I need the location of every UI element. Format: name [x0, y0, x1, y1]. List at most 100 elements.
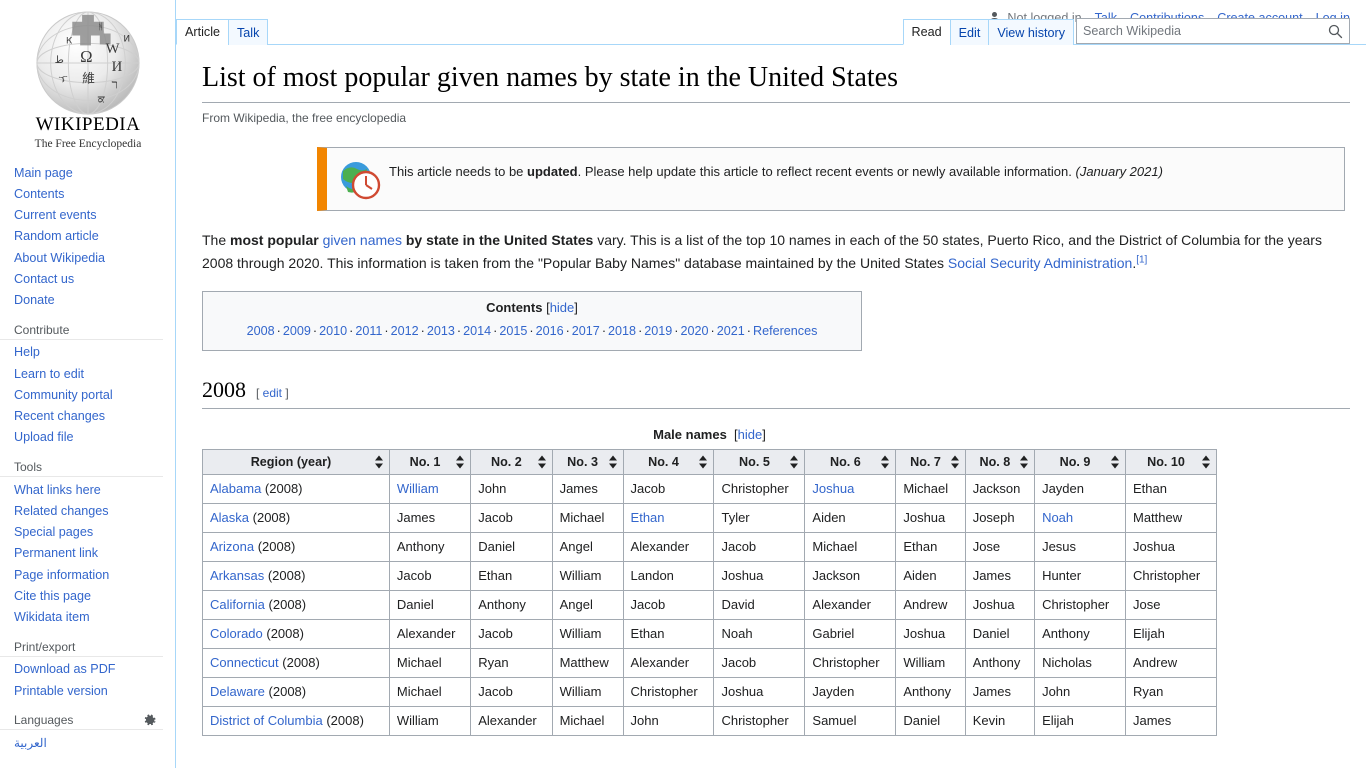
table-cell-name[interactable]: Noah — [1034, 502, 1126, 533]
sidebar-item-related-changes[interactable]: Related changes — [0, 500, 175, 521]
region-link[interactable]: Arizona — [210, 539, 254, 554]
search-box[interactable] — [1076, 18, 1350, 44]
toc-link-2009[interactable]: 2009 — [283, 324, 311, 338]
sidebar-item-contact-us[interactable]: Contact us — [0, 268, 175, 289]
sidebar-item-label[interactable]: Wikidata item — [14, 610, 90, 624]
sidebar-item-label[interactable]: Related changes — [14, 504, 109, 518]
name-link[interactable]: Noah — [1042, 510, 1073, 525]
toc-link-2017[interactable]: 2017 — [572, 324, 600, 338]
table-cell-name[interactable]: Joshua — [804, 473, 897, 504]
gear-icon[interactable] — [144, 714, 157, 727]
toc-link-2021[interactable]: 2021 — [717, 324, 745, 338]
table-header-no-9[interactable]: No. 9 — [1034, 448, 1126, 475]
sidebar-item-label[interactable]: Permanent link — [14, 546, 98, 560]
sidebar-item-learn-to-edit[interactable]: Learn to edit — [0, 363, 175, 384]
table-header-region-year[interactable]: Region (year) — [202, 448, 390, 475]
sidebar-item-what-links-here[interactable]: What links here — [0, 479, 175, 500]
sidebar-item-label[interactable]: Learn to edit — [14, 367, 84, 381]
sidebar-item-label[interactable]: Community portal — [14, 388, 113, 402]
table-cell-name[interactable]: Ethan — [622, 502, 715, 533]
edit-link-label[interactable]: edit — [263, 386, 282, 400]
region-link[interactable]: District of Columbia — [210, 713, 323, 728]
table-header-no-3[interactable]: No. 3 — [551, 448, 624, 475]
sidebar-item-label[interactable]: About Wikipedia — [14, 251, 105, 265]
region-link[interactable]: Colorado — [210, 626, 263, 641]
sidebar-item-wikidata-item[interactable]: Wikidata item — [0, 607, 175, 628]
sort-arrows-icon[interactable] — [1020, 455, 1029, 469]
sidebar-item-label[interactable]: Upload file — [14, 430, 74, 444]
sidebar-item-recent-changes[interactable]: Recent changes — [0, 406, 175, 427]
sort-arrows-icon[interactable] — [790, 455, 799, 469]
search-input[interactable] — [1077, 19, 1321, 43]
sidebar-item-contents[interactable]: Contents — [0, 183, 175, 204]
toc-link-2019[interactable]: 2019 — [644, 324, 672, 338]
sidebar-item-label[interactable]: Recent changes — [14, 409, 105, 423]
sidebar-item-label[interactable]: Help — [14, 345, 40, 359]
sidebar-item-help[interactable]: Help — [0, 342, 175, 363]
table-header-no-2[interactable]: No. 2 — [470, 448, 553, 475]
sidebar-item-label[interactable]: Contact us — [14, 272, 74, 286]
table-header-no-5[interactable]: No. 5 — [713, 448, 806, 475]
sidebar-item-special-pages[interactable]: Special pages — [0, 522, 175, 543]
name-link[interactable]: Joshua — [812, 481, 854, 496]
tab-talk-label[interactable]: Talk — [237, 27, 259, 40]
table-header-no-10[interactable]: No. 10 — [1125, 448, 1217, 475]
link-social-security-administration[interactable]: Social Security Administration — [948, 255, 1132, 271]
search-button[interactable] — [1321, 19, 1349, 43]
tab-edit-label[interactable]: Edit — [959, 27, 981, 40]
sidebar-item-random-article[interactable]: Random article — [0, 226, 175, 247]
sidebar-item-main-page[interactable]: Main page — [0, 162, 175, 183]
sidebar-item-label[interactable]: العربية — [14, 736, 47, 750]
table-cell-name[interactable]: William — [388, 473, 472, 504]
table-header-no-8[interactable]: No. 8 — [964, 448, 1036, 475]
toc-link-references[interactable]: References — [753, 324, 817, 338]
table-header-no-1[interactable]: No. 1 — [388, 448, 472, 475]
section-edit-link[interactable]: [ edit ] — [256, 386, 289, 400]
sort-arrows-icon[interactable] — [537, 455, 547, 469]
sort-arrows-icon[interactable] — [456, 455, 465, 469]
name-link[interactable]: William — [397, 481, 439, 496]
toc-link-2020[interactable]: 2020 — [681, 324, 709, 338]
sidebar-item-donate[interactable]: Donate — [0, 290, 175, 311]
tab-read[interactable]: Read — [902, 19, 951, 45]
sidebar-item-about-wikipedia[interactable]: About Wikipedia — [0, 247, 175, 268]
toc-link-2014[interactable]: 2014 — [463, 324, 491, 338]
toc-link-2012[interactable]: 2012 — [391, 324, 419, 338]
region-link[interactable]: Alaska — [210, 510, 249, 525]
toc-link-2016[interactable]: 2016 — [536, 324, 564, 338]
toc-link-2008[interactable]: 2008 — [247, 324, 275, 338]
table-header-no-7[interactable]: No. 7 — [895, 448, 966, 475]
tab-edit[interactable]: Edit — [949, 19, 990, 45]
table-hide-toggle[interactable]: [hide] — [730, 427, 766, 442]
sidebar-item-current-events[interactable]: Current events — [0, 205, 175, 226]
region-link[interactable]: Alabama — [210, 481, 261, 496]
region-link[interactable]: Delaware — [210, 684, 265, 699]
sidebar-item-printable-version[interactable]: Printable version — [0, 680, 175, 701]
sidebar-item-label[interactable]: Special pages — [14, 525, 93, 539]
tab-talk[interactable]: Talk — [228, 19, 269, 45]
table-header-no-6[interactable]: No. 6 — [804, 448, 897, 475]
sort-arrows-icon[interactable] — [374, 455, 384, 469]
link-given-names[interactable]: given names — [323, 232, 402, 248]
region-link[interactable]: Arkansas — [210, 568, 264, 583]
table-header-no-4[interactable]: No. 4 — [622, 448, 715, 475]
tab-article[interactable]: Article — [176, 19, 229, 45]
toc-link-2015[interactable]: 2015 — [499, 324, 527, 338]
sidebar-item-label[interactable]: Download as PDF — [14, 662, 116, 676]
toc-hide-link[interactable]: hide — [550, 300, 575, 315]
sort-arrows-icon[interactable] — [950, 455, 960, 469]
toc-link-2018[interactable]: 2018 — [608, 324, 636, 338]
sort-arrows-icon[interactable] — [881, 455, 890, 469]
sidebar-item-page-information[interactable]: Page information — [0, 564, 175, 585]
sort-arrows-icon[interactable] — [1202, 455, 1211, 469]
sidebar-item-label[interactable]: Cite this page — [14, 589, 91, 603]
sidebar-item-community-portal[interactable]: Community portal — [0, 384, 175, 405]
toc-link-2011[interactable]: 2011 — [355, 324, 382, 338]
sort-arrows-icon[interactable] — [699, 455, 708, 469]
sidebar-item-download-as-pdf[interactable]: Download as PDF — [0, 659, 175, 680]
sort-arrows-icon[interactable] — [1111, 455, 1120, 469]
sidebar-item-label[interactable]: Contents — [14, 187, 64, 201]
sidebar-item-label[interactable]: Random article — [14, 229, 99, 243]
sort-arrows-icon[interactable] — [608, 455, 618, 469]
toc-link-2013[interactable]: 2013 — [427, 324, 455, 338]
